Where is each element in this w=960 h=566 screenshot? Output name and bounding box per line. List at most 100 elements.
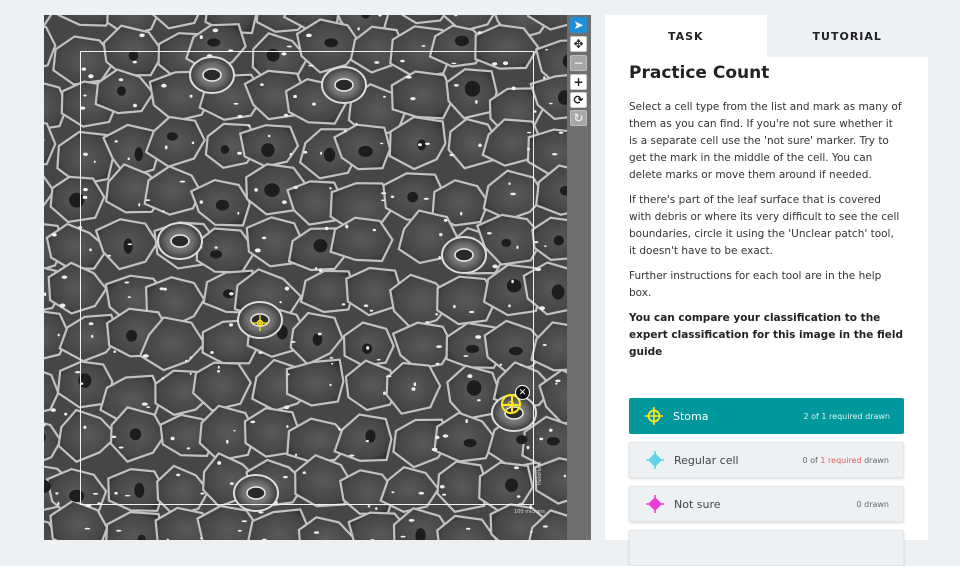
debris-speck [290, 341, 295, 343]
debris-speck [380, 143, 383, 145]
debris-speck [492, 265, 497, 269]
debris-speck [295, 454, 297, 456]
instructions-paragraph-2: If there's part of the leaf surface that… [629, 192, 904, 260]
remove-mark-icon[interactable]: ✕ [515, 385, 530, 400]
debris-speck [342, 303, 346, 305]
debris-speck [268, 135, 271, 138]
debris-speck [303, 151, 307, 154]
regular-cell-crosshair-icon [646, 451, 664, 469]
debris-speck [284, 406, 289, 410]
debris-speck [544, 245, 546, 247]
pointer-icon[interactable]: ➤ [570, 17, 587, 33]
debris-speck [418, 143, 422, 146]
debris-speck [119, 78, 123, 81]
debris-speck [233, 430, 235, 432]
debris-speck [514, 466, 519, 469]
debris-speck [138, 203, 140, 206]
debris-speck [190, 373, 192, 375]
debris-speck [187, 447, 190, 449]
debris-speck [364, 304, 368, 307]
debris-speck [344, 130, 346, 133]
not-sure-crosshair-icon [646, 495, 664, 513]
debris-speck [286, 425, 288, 428]
debris-speck [83, 153, 88, 156]
debris-speck [217, 461, 221, 465]
debris-speck [439, 256, 441, 259]
debris-speck [543, 76, 545, 79]
debris-speck [250, 421, 255, 424]
debris-speck [475, 100, 478, 104]
tab-task[interactable]: TASK [605, 15, 767, 57]
debris-speck [414, 382, 417, 386]
debris-speck [200, 35, 203, 39]
rotate-icon[interactable]: ⟳ [570, 92, 587, 108]
debris-speck [93, 493, 98, 495]
answer-not-sure[interactable]: Not sure 0 drawn [629, 486, 904, 522]
cell-pit [261, 143, 274, 157]
debris-speck [527, 132, 531, 134]
answer-regular-cell[interactable]: Regular cell 0 of 1 required drawn [629, 442, 904, 478]
debris-speck [83, 188, 88, 191]
zoom-out-icon[interactable]: − [570, 55, 587, 71]
debris-speck [226, 440, 228, 444]
debris-speck [308, 65, 314, 67]
cell-pit [135, 147, 143, 161]
debris-speck [383, 96, 386, 98]
answer-stoma[interactable]: Stoma 2 of 1 required drawn [629, 398, 904, 434]
debris-speck [128, 158, 130, 161]
debris-speck [283, 476, 288, 478]
debris-speck [467, 374, 472, 378]
debris-speck [176, 474, 180, 477]
answer-count: 2 of 1 required drawn [804, 412, 890, 421]
debris-speck [133, 104, 137, 108]
debris-speck [381, 192, 386, 194]
cell-pit [130, 428, 141, 440]
cell-pit [507, 279, 522, 292]
debris-speck [535, 268, 541, 271]
debris-speck [543, 525, 548, 527]
debris-speck [318, 504, 321, 506]
leaf-surface-image[interactable] [44, 15, 567, 540]
debris-speck [564, 475, 566, 478]
answer-unclear-patch[interactable] [629, 530, 904, 566]
zoom-in-icon[interactable]: + [570, 74, 587, 90]
debris-speck [124, 282, 129, 284]
debris-speck [94, 161, 96, 163]
debris-speck [370, 310, 373, 312]
debris-speck [75, 371, 80, 373]
debris-speck [338, 428, 340, 431]
debris-speck [139, 34, 145, 38]
cell-pit [407, 192, 418, 203]
debris-speck [279, 301, 281, 303]
instructions-paragraph-3: Further instructions for each tool are i… [629, 268, 904, 302]
cell-pit [547, 437, 560, 446]
stoma-mark-small[interactable] [252, 315, 268, 331]
cell-pit [167, 132, 178, 140]
debris-speck [422, 45, 426, 47]
leaf-image-viewer[interactable]: 100 microns HeloHerb ✕ [44, 15, 567, 540]
move-icon[interactable]: ✥ [570, 36, 587, 52]
debris-speck [492, 62, 497, 65]
image-side-label: HeloHerb [537, 462, 543, 485]
debris-speck [366, 346, 369, 350]
debris-speck [511, 280, 514, 284]
debris-speck [287, 373, 290, 375]
debris-speck [425, 321, 428, 324]
tab-tutorial[interactable]: TUTORIAL [767, 15, 929, 57]
answer-count: 0 drawn [856, 500, 889, 509]
cell-pit [216, 200, 229, 211]
debris-speck [128, 243, 133, 245]
debris-speck [215, 246, 218, 249]
debris-speck [128, 296, 131, 298]
debris-speck [439, 233, 442, 236]
debris-speck [282, 200, 287, 204]
cell-pit [124, 238, 133, 254]
debris-speck [530, 531, 533, 533]
debris-speck [133, 61, 137, 64]
cell-pit [358, 146, 373, 157]
debris-speck [478, 31, 483, 34]
reset-icon[interactable]: ↻ [570, 110, 587, 126]
stoma-cell [442, 237, 486, 273]
debris-speck [435, 313, 438, 315]
cell-pit [267, 49, 280, 62]
